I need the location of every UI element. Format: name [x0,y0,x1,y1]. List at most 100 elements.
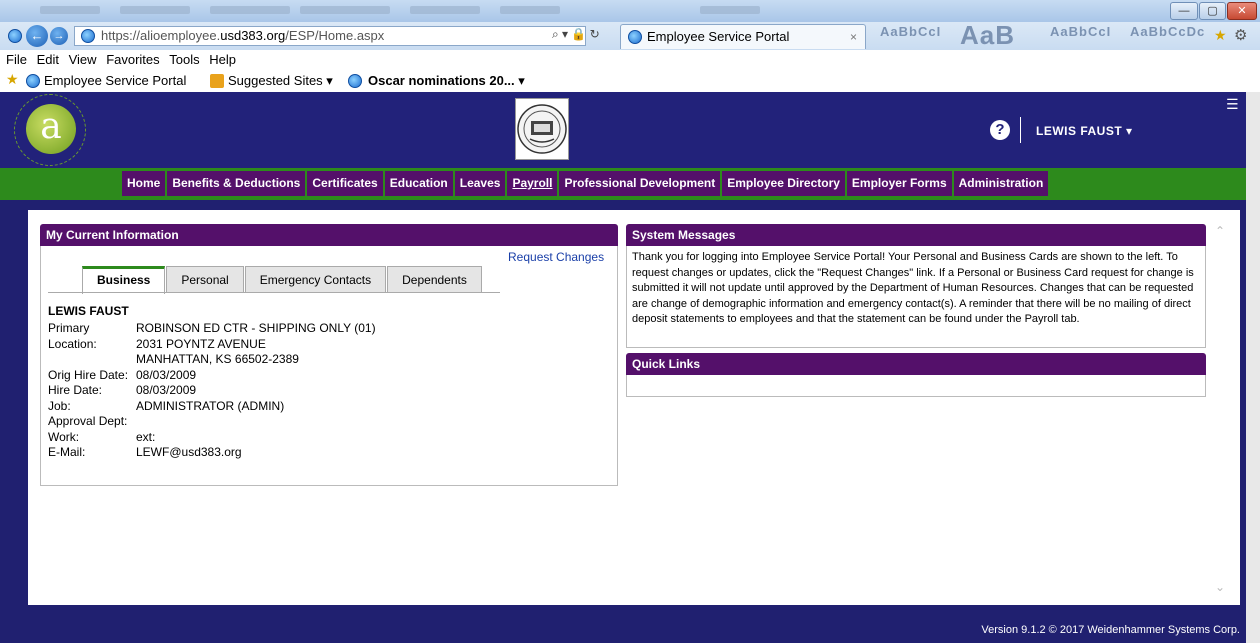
main-nav: Home Benefits & Deductions Certificates … [0,168,1246,200]
blurred-titlebar-text [300,6,390,14]
site-favicon-icon [81,29,95,43]
nav-home[interactable]: Home [122,171,166,196]
scroll-up-icon[interactable]: ⌃ [1215,224,1225,238]
tab-business[interactable]: Business [82,266,166,294]
favorite-link-suggested[interactable]: Suggested Sites ▾ [228,73,333,89]
tab-title: Employee Service Portal [647,29,790,44]
info-row: Hire Date: 08/03/2009 [48,383,376,399]
menu-view[interactable]: View [69,50,97,67]
current-info-header: My Current Information [40,224,618,246]
info-row: E-Mail: LEWF@usd383.org [48,445,376,461]
request-changes-link[interactable]: Request Changes [508,250,604,264]
info-label: Job: [48,398,71,413]
info-label [48,352,136,368]
info-value: 08/03/2009 [136,383,197,397]
ie-page-icon [348,74,362,88]
info-row: Job: ADMINISTRATOR (ADMIN) [48,399,376,415]
logo-letter: a [40,106,62,147]
nav-benefits-deductions[interactable]: Benefits & Deductions [167,171,306,196]
tab-close-icon[interactable]: × [850,25,857,49]
favorites-star-icon[interactable]: ★ [1214,27,1227,44]
favorites-bar: ★ Employee Service Portal Suggested Site… [0,70,1260,93]
info-value: LEWF@usd383.org [136,445,242,459]
info-label: Hire Date: [48,383,103,397]
version-text: Version 9.1.2 © 2017 Weidenhammer System… [981,624,1240,636]
blurred-titlebar-text [410,6,480,14]
back-button[interactable]: ← [26,25,48,47]
favorites-star-icon[interactable]: ★ [6,71,19,88]
favorite-link-oscar[interactable]: Oscar nominations 20... ▾ [368,73,525,89]
nav-professional-development[interactable]: Professional Development [559,171,721,196]
user-menu[interactable]: LEWIS FAUST ▾ [1036,124,1133,138]
browser-tab[interactable]: Employee Service Portal × [620,24,866,49]
blurred-titlebar-text [120,6,190,14]
menu-edit[interactable]: Edit [37,50,59,67]
ie-page-icon [26,74,40,88]
info-label: E-Mail: [48,445,86,459]
tab-emergency-contacts[interactable]: Emergency Contacts [244,266,387,292]
menu-favorites[interactable]: Favorites [106,50,159,67]
scroll-down-icon[interactable]: ⌄ [1215,580,1225,594]
info-label: Orig Hire Date: [48,367,129,382]
info-value: 2031 POYNTZ AVENUE [136,336,266,351]
info-value: ADMINISTRATOR (ADMIN) [136,398,285,413]
nav-certificates[interactable]: Certificates [307,171,383,196]
address-row: ← → https://alioemployee.usd383.org/ESP/… [0,20,1260,50]
nav-education[interactable]: Education [384,171,453,196]
close-window-button[interactable]: ✕ [1227,2,1257,20]
info-label: Work: [48,429,80,444]
blurred-titlebar-text [210,6,290,14]
address-bar-controls[interactable]: ⌕ ▾ 🔒 ↻ [552,27,600,42]
nav-employee-directory[interactable]: Employee Directory [722,171,845,196]
info-label: Approval Dept: [48,414,128,428]
minimize-button[interactable]: — [1170,2,1198,20]
tab-dependents[interactable]: Dependents [387,266,482,292]
page-scrollbar[interactable] [1246,92,1260,643]
url-domain: usd383.org [220,28,286,43]
info-label: Location: [48,336,97,351]
quick-links-panel [626,375,1206,397]
nav-administration[interactable]: Administration [953,171,1049,196]
info-value: ext: [136,429,156,444]
blurred-style-text: AaBbCcI [880,24,942,39]
menu-help[interactable]: Help [209,50,236,67]
info-value: 08/03/2009 [136,367,197,382]
info-tabs: Business Personal Emergency Contacts Dep… [82,266,483,294]
menu-file[interactable]: File [6,50,27,67]
blurred-style-text: AaBbCcDc [1130,24,1206,39]
blurred-style-text: AaB [960,20,1016,50]
nav-leaves[interactable]: Leaves [454,171,506,196]
info-row: MANHATTAN, KS 66502-2389 [48,352,376,368]
menu-tools[interactable]: Tools [169,50,199,67]
forward-button[interactable]: → [50,27,68,45]
quick-links-header: Quick Links [626,353,1206,375]
employee-name: LEWIS FAUST [48,304,129,318]
info-row: Work: ext: [48,430,376,446]
suggested-sites-icon [210,74,224,88]
info-row: Primary ROBINSON ED CTR - SHIPPING ONLY (… [48,321,376,337]
header-divider [1020,117,1021,143]
maximize-button[interactable]: ▢ [1199,2,1226,20]
info-value: MANHATTAN, KS 66502-2389 [136,352,299,366]
blurred-titlebar-text [40,6,100,14]
portal-header: a ? LEWIS FAUST ▾ ☰ [0,92,1246,168]
portal-logo[interactable]: a [26,104,76,154]
tab-divider [48,292,500,293]
nav-employer-forms[interactable]: Employer Forms [846,171,952,196]
browser-menubar: File Edit View Favorites Tools Help [0,50,1260,70]
address-bar[interactable]: https://alioemployee.usd383.org/ESP/Home… [74,26,586,46]
tab-personal[interactable]: Personal [166,266,244,292]
settings-gear-icon[interactable]: ⚙ [1234,26,1247,44]
url-prefix: https://alioemployee. [101,28,221,43]
help-icon[interactable]: ? [990,120,1010,140]
browser-titlebar: — ▢ ✕ [0,0,1260,22]
blurred-titlebar-text [500,6,560,14]
ie-logo-icon [8,29,22,43]
info-value: ROBINSON ED CTR - SHIPPING ONLY (01) [136,321,376,335]
blurred-style-text: AaBbCcI [1050,24,1112,39]
pin-icon[interactable]: ☰ [1226,96,1239,113]
system-message-text: Thank you for logging into Employee Serv… [632,251,1194,325]
nav-payroll[interactable]: Payroll [507,171,558,196]
favorite-link-esp[interactable]: Employee Service Portal [44,73,186,88]
footer: Version 9.1.2 © 2017 Weidenhammer System… [0,620,1246,643]
